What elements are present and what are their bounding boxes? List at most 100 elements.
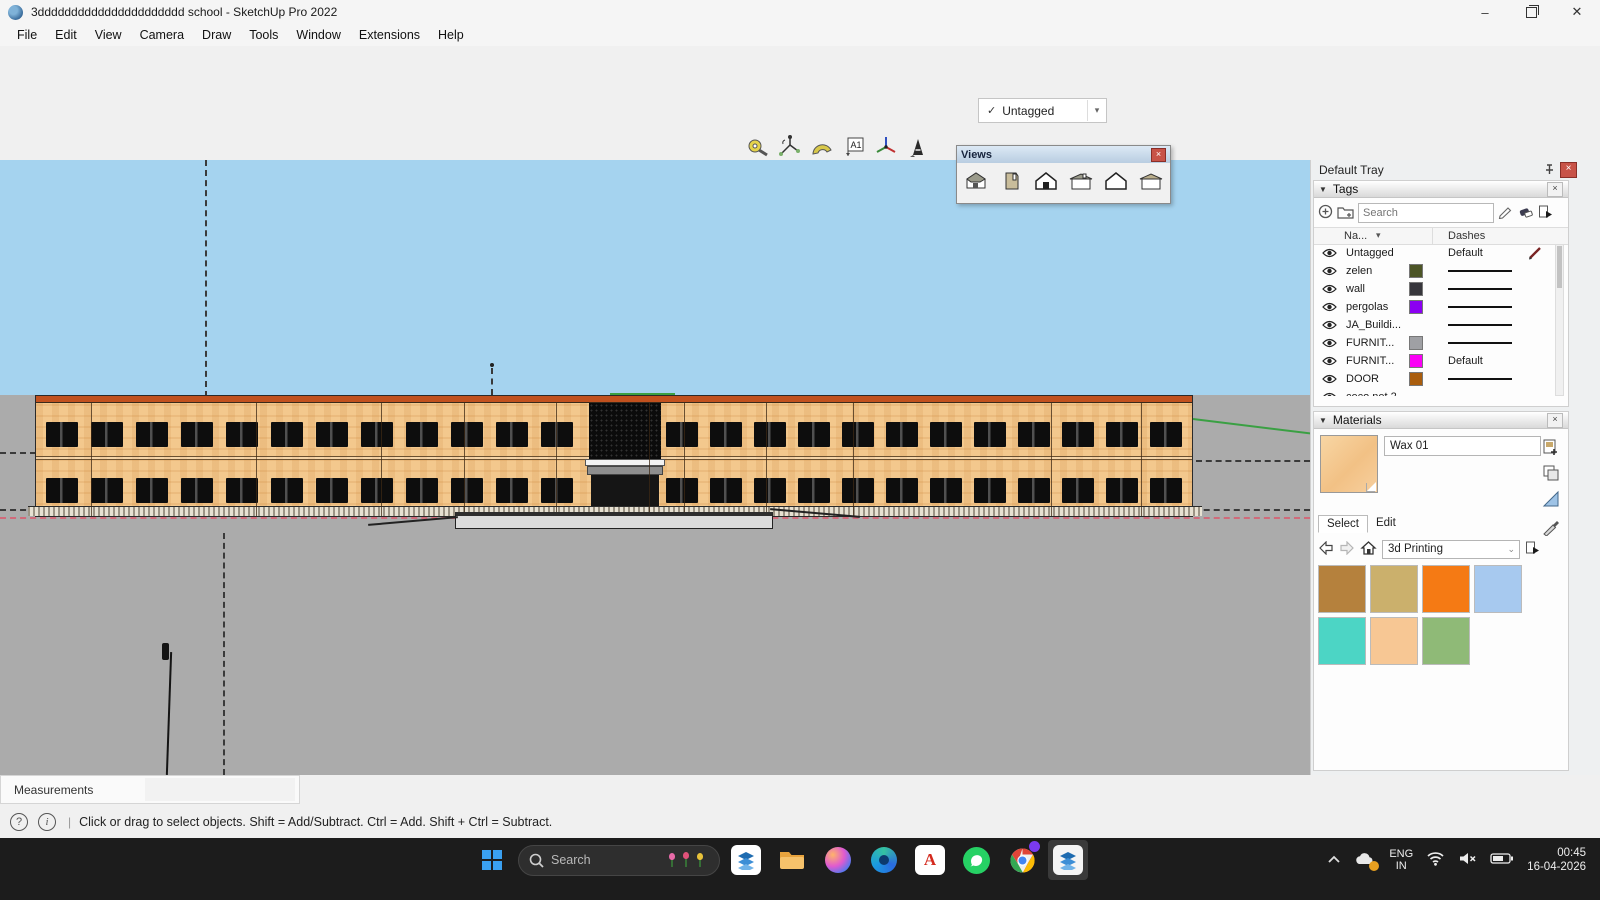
visibility-eye-icon[interactable] [1322,302,1337,315]
tags-details-icon[interactable] [1538,204,1553,222]
scrollbar-thumb[interactable] [1557,246,1562,288]
materials-panel-close-button[interactable]: × [1547,413,1563,428]
back-arrow-icon[interactable] [1318,541,1334,558]
dashes-column-header[interactable]: Dashes [1448,230,1485,242]
tag-row[interactable]: pergolas [1314,298,1554,316]
wifi-icon[interactable] [1426,851,1445,869]
taskbar-app-copilot[interactable] [818,840,858,880]
view-left-icon[interactable] [1137,168,1164,194]
taskbar-app-acrobat[interactable]: A [910,840,950,880]
menu-camera[interactable]: Camera [131,26,193,44]
info-icon[interactable]: i [38,813,56,831]
material-swatch-orange[interactable] [1422,565,1470,613]
tag-color-swatch[interactable] [1409,336,1423,350]
tag-color-swatch[interactable] [1409,264,1423,278]
material-swatch-peach[interactable] [1370,617,1418,665]
materials-details-icon[interactable] [1525,540,1540,558]
close-button[interactable]: ✕ [1554,0,1600,24]
tag-color-swatch[interactable] [1409,354,1423,368]
material-preview[interactable] [1320,435,1378,493]
tag-search-input[interactable] [1358,203,1494,223]
tags-panel-header[interactable]: ▼ Tags × [1314,181,1568,198]
back-to-collection-icon[interactable] [1542,490,1560,511]
taskbar-clock[interactable]: 00:45 16-04-2026 [1527,846,1586,874]
view-back-icon[interactable] [1102,168,1129,194]
create-material-icon[interactable] [1542,438,1560,459]
menu-draw[interactable]: Draw [193,26,240,44]
tag-row[interactable]: zelen [1314,262,1554,280]
material-swatch-green[interactable] [1422,617,1470,665]
visibility-eye-icon[interactable] [1322,338,1337,351]
tag-dashes[interactable] [1448,391,1526,396]
dimension-icon[interactable] [774,131,806,163]
home-icon[interactable] [1360,540,1377,558]
tags-column-header[interactable]: Na... ▾ Dashes [1314,227,1568,245]
volume-muted-icon[interactable] [1458,851,1477,869]
tab-select[interactable]: Select [1318,515,1368,533]
menu-file[interactable]: File [8,26,46,44]
visibility-eye-icon[interactable] [1322,356,1337,369]
measurements-value-field[interactable] [145,778,295,801]
sample-paint-icon[interactable] [1542,518,1560,539]
tag-row[interactable]: DOOR [1314,370,1554,388]
tag-dashes[interactable] [1448,319,1526,331]
tag-row[interactable]: JA_Buildi... [1314,316,1554,334]
material-swatch-sky-blue[interactable] [1474,565,1522,613]
onedrive-cloud-icon[interactable] [1354,851,1376,870]
menu-edit[interactable]: Edit [46,26,86,44]
battery-icon[interactable] [1490,852,1514,868]
materials-panel-header[interactable]: ▼ Materials × [1314,412,1568,429]
material-swatch-tan[interactable] [1370,565,1418,613]
active-tag-selector[interactable]: ✓ Untagged ▾ [978,98,1107,123]
restore-button[interactable] [1508,0,1554,24]
geolocation-icon[interactable]: ? [10,813,28,831]
name-column-header[interactable]: Na... [1344,230,1367,242]
visibility-eye-icon[interactable] [1322,320,1337,333]
menu-window[interactable]: Window [287,26,349,44]
tray-close-button[interactable]: × [1560,162,1577,178]
text-icon[interactable]: A1 [838,131,870,163]
add-tag-folder-icon[interactable] [1337,205,1354,222]
collection-dropdown[interactable]: 3d Printing ⌄ [1382,540,1520,559]
view-front-icon[interactable] [1033,168,1060,194]
tab-edit[interactable]: Edit [1368,515,1404,533]
tag-dashes[interactable]: Default [1448,355,1526,367]
chevron-down-icon[interactable]: ▾ [1087,100,1106,121]
view-top-icon[interactable] [998,168,1025,194]
views-close-button[interactable]: × [1151,148,1166,162]
tag-dashes[interactable] [1448,283,1526,295]
secondary-pane-icon[interactable] [1542,464,1560,485]
protractor-icon[interactable] [806,131,838,163]
tag-dashes[interactable]: Default [1448,247,1526,259]
tag-row[interactable]: wall [1314,280,1554,298]
views-palette-titlebar[interactable]: Views × [957,146,1170,163]
tag-dashes[interactable] [1448,265,1526,277]
view-right-icon[interactable] [1067,168,1094,194]
tag-row[interactable]: FURNIT...Default [1314,352,1554,370]
collapse-arrow-icon[interactable]: ▼ [1319,416,1327,425]
visibility-eye-icon[interactable] [1322,266,1337,279]
tag-color-swatch[interactable] [1409,282,1423,296]
viewport[interactable] [0,160,1310,775]
pin-icon[interactable] [1543,163,1555,178]
minimize-button[interactable]: – [1462,0,1508,24]
material-name-field[interactable]: Wax 01 [1384,436,1541,456]
visibility-eye-icon[interactable] [1322,374,1337,387]
tag-dashes[interactable] [1448,301,1526,313]
taskbar-app-chrome[interactable] [1002,840,1042,880]
material-swatch-brown[interactable] [1318,565,1366,613]
tags-panel-close-button[interactable]: × [1547,182,1563,197]
purge-tags-icon[interactable] [1518,204,1534,222]
tag-color-swatch[interactable] [1409,300,1423,314]
tags-scrollbar[interactable] [1555,244,1564,396]
taskbar-app-file-explorer[interactable] [772,840,812,880]
taskbar-app-sketchup-pro-active[interactable] [1048,840,1088,880]
taskbar-app-edge[interactable] [864,840,904,880]
hidden-icons-chevron[interactable] [1327,853,1341,867]
menu-help[interactable]: Help [429,26,473,44]
material-swatch-turquoise[interactable] [1318,617,1366,665]
axes-icon[interactable] [870,131,902,163]
add-tag-icon[interactable] [1318,204,1333,222]
menu-extensions[interactable]: Extensions [350,26,429,44]
visibility-eye-icon[interactable] [1322,392,1337,396]
